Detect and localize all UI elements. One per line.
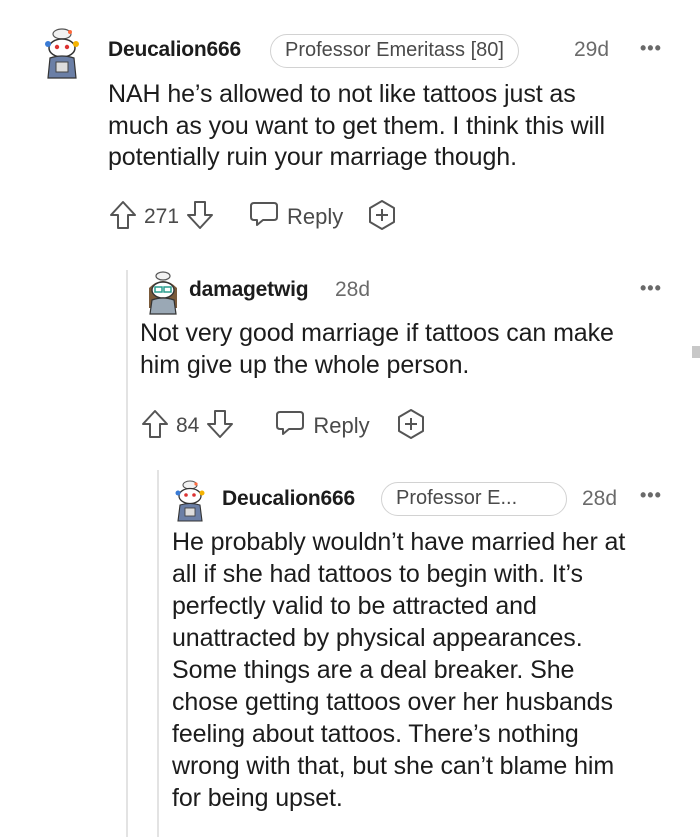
thread-line-1 (126, 270, 128, 837)
downvote-icon[interactable] (205, 408, 235, 445)
thread-line-2 (157, 470, 159, 837)
avatar[interactable] (40, 24, 84, 79)
snoo-avatar-icon (149, 271, 177, 315)
scrollbar-thumb[interactable] (692, 346, 700, 358)
upvote-icon[interactable] (140, 408, 170, 445)
reply-label: Reply (313, 413, 370, 438)
award-icon[interactable] (396, 408, 426, 445)
comment-line: chose getting tattoos over her husbands (172, 688, 613, 716)
username[interactable]: Deucalion666 (108, 38, 241, 62)
avatar[interactable] (172, 478, 216, 528)
comment-line: Not very good marriage if tattoos can ma… (140, 319, 614, 347)
reply-bubble-icon (249, 200, 279, 234)
comment-body: NAH he’s allowed to not like tattoos jus… (108, 79, 688, 174)
comment-line: Some things are a deal breaker. She (172, 656, 575, 684)
more-options-button[interactable]: ••• (640, 485, 662, 506)
comment-line: perfectly valid to be attracted and (172, 592, 537, 620)
snoo-avatar-icon (175, 480, 205, 522)
more-options-button[interactable]: ••• (640, 278, 662, 299)
username[interactable]: Deucalion666 (222, 487, 355, 511)
comment-line: much as you want to get them. I think th… (108, 111, 605, 140)
comment-line: NAH he’s allowed to not like tattoos jus… (108, 80, 576, 108)
comment-body: He probably wouldn’t have married her at… (172, 526, 692, 814)
upvote-icon[interactable] (108, 199, 138, 236)
comment-line: for being upset. (172, 784, 343, 812)
reply-bubble-icon (275, 409, 305, 443)
reply-button[interactable]: Reply (249, 200, 343, 234)
comment-line: feeling about tattoos. There’s nothing (172, 720, 579, 748)
comment-line: all if she had tattoos to begin with. It… (172, 560, 583, 588)
comment-age: 28d (335, 278, 371, 301)
comment-line: He probably wouldn’t have married her at (172, 528, 626, 556)
comment-age: 29d (574, 38, 610, 61)
reply-label: Reply (287, 204, 344, 229)
user-flair: Professor Emeritass [80] (270, 34, 519, 68)
comment-line: wrong with that, but she can’t blame him (172, 752, 615, 780)
award-icon[interactable] (367, 199, 397, 236)
vote-count: 271 (144, 205, 180, 228)
comment-body: Not very good marriage if tattoos can ma… (140, 318, 688, 381)
comment-line: potentially ruin your marriage though. (108, 143, 517, 171)
downvote-icon[interactable] (185, 199, 215, 236)
snoo-avatar-icon (45, 28, 79, 79)
username[interactable]: damagetwig (189, 278, 309, 302)
comment-line: unattracted by physical appearances. (172, 624, 583, 652)
comment-line: him give up the whole person. (140, 350, 470, 379)
reply-button[interactable]: Reply (275, 409, 370, 443)
more-options-button[interactable]: ••• (640, 38, 662, 59)
comment-actions: 271 Reply (108, 199, 397, 236)
comment-age: 28d (582, 487, 618, 510)
avatar[interactable] (143, 268, 187, 318)
comment-actions: 84 Reply (140, 408, 426, 445)
vote-count: 84 (176, 414, 200, 437)
user-flair: Professor E... (381, 482, 567, 516)
